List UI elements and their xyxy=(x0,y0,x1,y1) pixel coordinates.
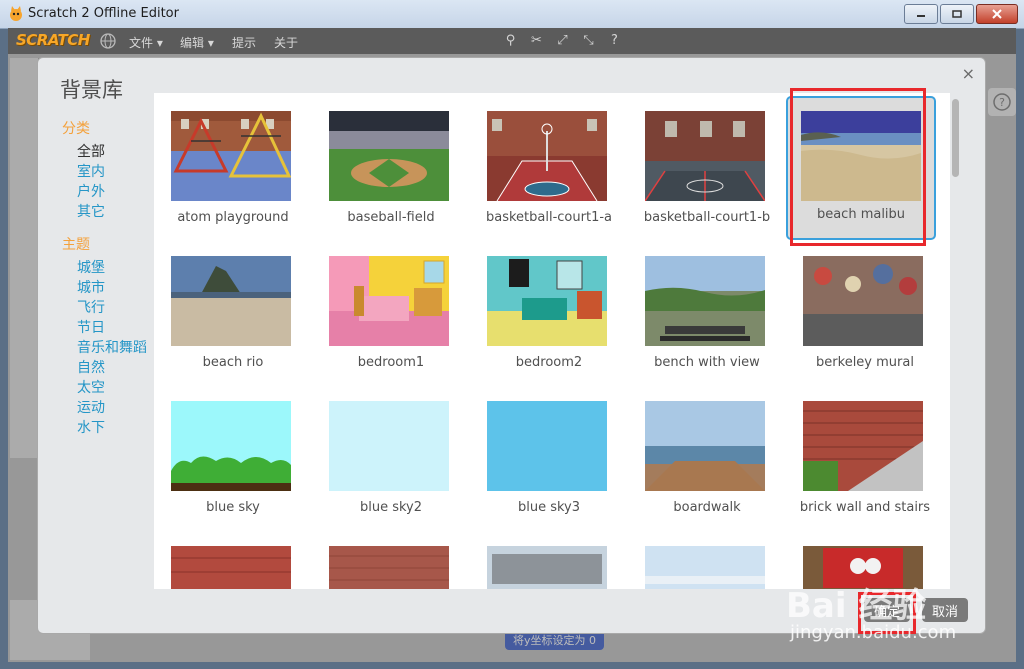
backdrop-label: bedroom2 xyxy=(515,355,583,370)
backdrop-tile[interactable]: blue sky3 xyxy=(470,383,628,528)
backdrop-library-dialog: 背景库 × 分类 全部 室内 户外 其它 主题 城堡 城市 飞行 节日 音乐和舞… xyxy=(37,57,986,634)
backdrop-thumbnail xyxy=(803,256,923,346)
backdrop-label: blue sky xyxy=(206,500,260,515)
backdrop-tile[interactable] xyxy=(154,528,312,589)
backdrop-thumbnail xyxy=(645,256,765,346)
backdrop-thumbnail xyxy=(487,111,607,201)
theme-city[interactable]: 城市 xyxy=(62,278,147,298)
cancel-button[interactable]: 取消 xyxy=(922,598,969,622)
backdrop-thumbnail xyxy=(803,401,923,491)
highlight-box-selected xyxy=(790,88,926,246)
backdrop-thumbnail xyxy=(171,256,291,346)
backdrop-thumbnail xyxy=(329,401,449,491)
theme-underwater[interactable]: 水下 xyxy=(62,418,147,438)
backdrop-label: brick wall and stairs xyxy=(799,500,931,515)
close-icon xyxy=(992,9,1002,19)
theme-sports[interactable]: 运动 xyxy=(62,398,147,418)
category-heading: 分类 xyxy=(62,121,90,137)
backdrop-label: berkeley mural xyxy=(816,355,914,370)
backdrop-thumbnail xyxy=(171,401,291,491)
scratch-logo[interactable]: SCRATCH xyxy=(16,31,90,49)
scrollbar-thumb[interactable] xyxy=(952,99,959,177)
backdrop-label: atom playground xyxy=(177,210,289,225)
backdrop-tile[interactable]: basketball-court1-b xyxy=(628,93,786,238)
backdrop-thumbnail xyxy=(329,546,449,589)
watermark-logo: Bai 经验 xyxy=(786,586,927,626)
help-icon[interactable]: ? xyxy=(606,32,623,49)
dialog-title: 背景库 xyxy=(60,78,123,102)
backdrop-thumbnail xyxy=(171,546,291,589)
backdrop-thumbnail xyxy=(645,401,765,491)
theme-heading: 主题 xyxy=(62,237,90,253)
menu-edit[interactable]: 编辑 ▾ xyxy=(180,34,214,51)
backdrop-tile[interactable]: blue sky xyxy=(154,383,312,528)
dialog-close-button[interactable]: × xyxy=(962,64,975,83)
backdrop-tile[interactable]: brick wall and stairs xyxy=(786,383,944,528)
theme-music-dance[interactable]: 音乐和舞蹈 xyxy=(62,338,147,358)
shrink-icon[interactable]: ⤡ xyxy=(580,32,597,49)
cut-scissors-icon[interactable]: ✂ xyxy=(528,32,545,49)
backdrop-thumbnail xyxy=(329,111,449,201)
backdrop-label: bedroom1 xyxy=(357,355,425,370)
backdrop-tile[interactable]: bench with view xyxy=(628,238,786,383)
backdrop-tile[interactable]: berkeley mural xyxy=(786,238,944,383)
close-window-button[interactable] xyxy=(976,4,1018,24)
window-title: Scratch 2 Offline Editor xyxy=(28,6,179,21)
backdrop-tile[interactable]: boardwalk xyxy=(628,383,786,528)
category-outdoors[interactable]: 户外 xyxy=(62,182,147,202)
grow-icon[interactable]: ⤢ xyxy=(554,32,571,49)
backdrop-tile[interactable] xyxy=(312,528,470,589)
backdrop-tile[interactable]: bedroom2 xyxy=(470,238,628,383)
menu-about[interactable]: 关于 xyxy=(274,34,298,51)
menu-tips[interactable]: 提示 xyxy=(232,34,256,51)
backdrop-thumbnail xyxy=(487,546,607,589)
category-all[interactable]: 全部 xyxy=(62,142,147,162)
backdrop-label: blue sky2 xyxy=(359,500,423,515)
backdrop-label: beach rio xyxy=(202,355,264,370)
backdrop-thumbnail xyxy=(645,111,765,201)
backdrop-thumbnail xyxy=(329,256,449,346)
backdrop-tile[interactable] xyxy=(470,528,628,589)
backdrop-thumbnail xyxy=(645,546,765,589)
backdrop-tile[interactable] xyxy=(628,528,786,589)
backdrop-label: bench with view xyxy=(654,355,760,370)
backdrop-tile[interactable]: beach rio xyxy=(154,238,312,383)
maximize-button[interactable] xyxy=(940,4,974,24)
duplicate-stamp-icon[interactable]: ⚲ xyxy=(502,32,519,49)
backdrop-label: baseball-field xyxy=(347,210,435,225)
minimize-button[interactable] xyxy=(904,4,938,24)
category-indoors[interactable]: 室内 xyxy=(62,162,147,182)
backdrop-tile[interactable]: atom playground xyxy=(154,93,312,238)
grid-scrollbar[interactable] xyxy=(950,95,960,587)
backdrop-thumbnail xyxy=(171,111,291,201)
backdrop-label: basketball-court1-a xyxy=(486,210,612,225)
menubar: SCRATCH 文件 ▾ 编辑 ▾ 提示 关于 ⚲ ✂ ⤢ ⤡ ? xyxy=(8,28,1016,54)
backdrop-thumbnail xyxy=(487,256,607,346)
menu-file[interactable]: 文件 ▾ xyxy=(129,34,163,51)
backdrop-label: boardwalk xyxy=(673,500,741,515)
theme-holiday[interactable]: 节日 xyxy=(62,318,147,338)
backdrop-tile[interactable]: basketball-court1-a xyxy=(470,93,628,238)
backdrop-tile[interactable]: baseball-field xyxy=(312,93,470,238)
watermark-url: jingyan.baidu.com xyxy=(790,622,957,643)
theme-castle[interactable]: 城堡 xyxy=(62,258,147,278)
window-titlebar: Scratch 2 Offline Editor xyxy=(0,0,1024,29)
scratch-cat-icon xyxy=(10,6,22,21)
theme-nature[interactable]: 自然 xyxy=(62,358,147,378)
library-sidebar: 分类 全部 室内 户外 其它 主题 城堡 城市 飞行 节日 音乐和舞蹈 自然 太… xyxy=(62,118,147,438)
minimize-icon xyxy=(917,15,925,17)
backdrop-thumbnail xyxy=(487,401,607,491)
category-other[interactable]: 其它 xyxy=(62,202,147,222)
backdrop-label: basketball-court1-b xyxy=(643,210,771,225)
globe-icon[interactable] xyxy=(100,33,116,49)
backdrop-tile[interactable]: bedroom1 xyxy=(312,238,470,383)
maximize-icon xyxy=(952,10,962,18)
backdrop-label: blue sky3 xyxy=(517,500,581,515)
theme-flying[interactable]: 飞行 xyxy=(62,298,147,318)
backdrop-tile[interactable]: blue sky2 xyxy=(312,383,470,528)
theme-space[interactable]: 太空 xyxy=(62,378,147,398)
